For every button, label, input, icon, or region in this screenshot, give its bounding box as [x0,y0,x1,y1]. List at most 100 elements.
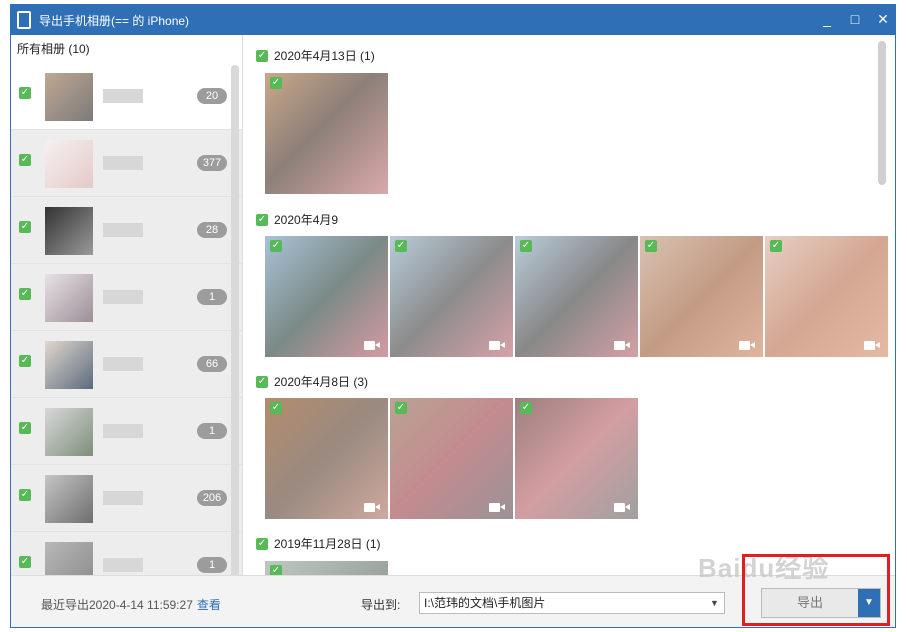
export-button[interactable]: 导出 ▼ [761,588,881,618]
video-icon [489,502,505,513]
album-thumbnail [45,475,93,523]
export-path-field[interactable]: I:\范玮的文档\手机图片 [419,592,725,614]
dropdown-arrow-icon[interactable]: ▼ [858,589,880,617]
photo-tile[interactable]: ✓ [265,73,388,194]
maximize-button[interactable]: □ [845,9,865,29]
album-checkbox[interactable]: ✓ [19,154,31,166]
photo-tile[interactable]: ✓ [390,398,513,519]
album-count-badge: 1 [197,557,227,573]
date-group-header[interactable]: ✓ 2019年11月28日 (1) [256,535,381,551]
album-item[interactable]: ✓ 377 [11,130,242,197]
video-icon [864,340,880,351]
video-icon [614,502,630,513]
album-thumbnail [45,408,93,456]
date-group-label: 2020年4月9 [274,213,339,227]
photo-checkbox[interactable]: ✓ [270,402,282,414]
view-link[interactable]: 查看 [197,598,221,612]
album-item[interactable]: ✓ 1 [11,398,242,465]
photo-tile[interactable]: ✓ [390,236,513,357]
photo-checkbox[interactable]: ✓ [395,402,407,414]
photo-checkbox[interactable]: ✓ [520,240,532,252]
last-export-info: 最近导出2020-4-14 11:59:27 查看 [41,596,221,613]
photo-tile[interactable]: ✓ [265,561,388,575]
export-to-label: 导出到: [361,598,401,612]
date-group-header[interactable]: ✓ 2020年4月8日 (3) [256,373,368,389]
album-count-badge: 20 [197,88,227,104]
album-name [103,424,143,438]
album-count-badge: 1 [197,423,227,439]
album-checkbox[interactable]: ✓ [19,288,31,300]
album-checkbox[interactable]: ✓ [19,87,31,99]
chevron-down-icon[interactable]: ▼ [705,593,724,613]
baidu-watermark: Baidu经验 [698,553,830,583]
video-icon [614,340,630,351]
sidebar-scrollbar[interactable] [231,65,239,575]
album-count-badge: 66 [197,356,227,372]
photo-tile[interactable]: ✓ [265,236,388,357]
album-thumbnail [45,73,93,121]
photo-tile[interactable]: ✓ [265,398,388,519]
photo-checkbox[interactable]: ✓ [395,240,407,252]
album-thumbnail [45,542,93,575]
photo-checkbox[interactable]: ✓ [645,240,657,252]
photo-tile[interactable]: ✓ [515,236,638,357]
album-thumbnail [45,341,93,389]
video-icon [364,340,380,351]
album-item[interactable]: ✓ 20 [11,63,242,130]
photo-checkbox[interactable]: ✓ [520,402,532,414]
photo-grid: ✓ 2020年4月13日 (1) ✓ ✓ 2020年4月9 ✓ ✓ ✓ ✓ ✓ [244,35,895,575]
photo-checkbox[interactable]: ✓ [270,240,282,252]
album-item[interactable]: ✓ 1 [11,532,242,575]
date-group-checkbox[interactable]: ✓ [256,375,268,388]
album-name [103,156,143,170]
album-checkbox[interactable]: ✓ [19,489,31,501]
album-checkbox[interactable]: ✓ [19,355,31,367]
album-checkbox[interactable]: ✓ [19,556,31,568]
album-thumbnail [45,207,93,255]
photo-checkbox[interactable]: ✓ [270,77,282,89]
album-checkbox[interactable]: ✓ [19,221,31,233]
photo-tile[interactable]: ✓ [640,236,763,357]
date-group-label: 2020年4月13日 (1) [274,49,375,63]
album-item[interactable]: ✓ 206 [11,465,242,532]
album-thumbnail [45,140,93,188]
phone-icon [17,11,31,29]
album-count-badge: 28 [197,222,227,238]
album-item[interactable]: ✓ 66 [11,331,242,398]
photo-grid-scrollbar[interactable] [878,41,886,185]
album-count-badge: 206 [197,490,227,506]
date-group-checkbox[interactable]: ✓ [256,213,268,226]
video-icon [489,340,505,351]
video-icon [739,340,755,351]
album-name [103,290,143,304]
album-name [103,89,143,103]
album-name [103,558,143,572]
date-group-header[interactable]: ✓ 2020年4月9 [256,211,338,227]
close-button[interactable]: ✕ [873,9,893,29]
album-sidebar: 所有相册 (10) ✓ 20 ✓ 377 ✓ 28 ✓ 1 ✓ 66 ✓ 1 ✓… [11,35,243,575]
album-checkbox[interactable]: ✓ [19,422,31,434]
photo-checkbox[interactable]: ✓ [770,240,782,252]
album-item[interactable]: ✓ 1 [11,264,242,331]
date-group-checkbox[interactable]: ✓ [256,537,268,550]
last-export-text: 最近导出2020-4-14 11:59:27 [41,598,193,612]
export-button-label[interactable]: 导出 [762,589,858,617]
album-item[interactable]: ✓ 28 [11,197,242,264]
window-title: 导出手机相册(== 的 iPhone) [39,14,190,28]
export-album-window: 导出手机相册(== 的 iPhone) _ □ ✕ 所有相册 (10) ✓ 20… [10,4,896,628]
photo-checkbox[interactable]: ✓ [270,565,282,575]
album-name [103,357,143,371]
date-group-label: 2020年4月8日 (3) [274,375,369,389]
date-group-header[interactable]: ✓ 2020年4月13日 (1) [256,47,375,63]
photo-tile[interactable]: ✓ [765,236,888,357]
album-thumbnail [45,274,93,322]
all-albums-header[interactable]: 所有相册 (10) [11,35,242,63]
album-count-badge: 377 [197,155,227,171]
title-bar: 导出手机相册(== 的 iPhone) _ □ ✕ [11,5,895,35]
minimize-button[interactable]: _ [817,9,837,29]
date-group-checkbox[interactable]: ✓ [256,49,268,62]
date-group-label: 2019年11月28日 (1) [274,537,381,551]
photo-tile[interactable]: ✓ [515,398,638,519]
album-name [103,223,143,237]
album-count-badge: 1 [197,289,227,305]
